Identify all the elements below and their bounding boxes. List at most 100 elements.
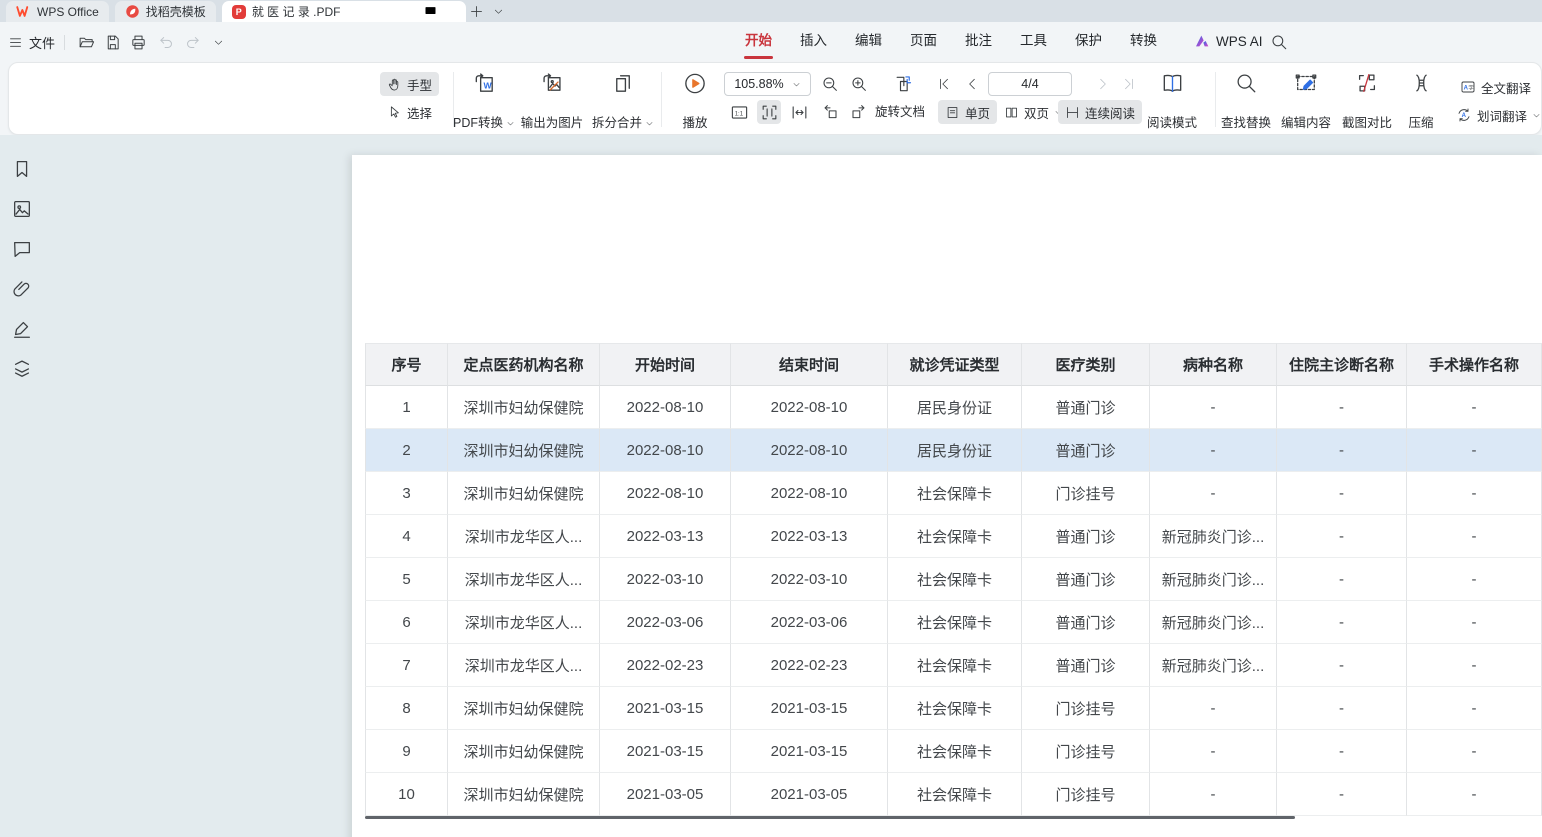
table-cell: - — [1407, 687, 1542, 730]
next-page-button[interactable] — [1091, 72, 1115, 96]
comments-icon[interactable] — [11, 238, 33, 260]
fit-width-button[interactable] — [787, 100, 811, 124]
tab-list-chevron[interactable] — [488, 1, 510, 22]
table-cell: 居民身份证 — [888, 386, 1022, 429]
select-tool-button[interactable]: 选择 — [380, 100, 439, 124]
zoom-out-button[interactable] — [818, 72, 842, 96]
double-page-icon — [1004, 105, 1019, 120]
table-cell: 新冠肺炎门诊... — [1150, 601, 1277, 644]
divider — [661, 72, 662, 127]
table-cell: 深圳市龙华区人... — [448, 515, 600, 558]
close-tab-icon[interactable] — [444, 6, 456, 18]
document-area[interactable]: 序号定点医药机构名称开始时间结束时间就诊凭证类型医疗类别病种名称住院主诊断名称手… — [45, 135, 1542, 837]
menu-tab-转换[interactable]: 转换 — [1116, 22, 1171, 62]
continuous-read-button[interactable]: 连续阅读 — [1058, 100, 1142, 124]
previous-page-button[interactable] — [960, 72, 984, 96]
monitor-icon[interactable] — [423, 4, 438, 19]
table-cell: 2022-08-10 — [731, 386, 888, 429]
screenshot-compare-button[interactable]: 截图对比 — [1338, 70, 1396, 132]
table-cell: 普通门诊 — [1022, 601, 1150, 644]
menu-tab-工具[interactable]: 工具 — [1006, 22, 1061, 62]
wps-ai-button[interactable]: WPS AI — [1194, 22, 1263, 60]
page-thumbnails-icon[interactable] — [11, 198, 33, 220]
table-row: 6深圳市龙华区人...2022-03-062022-03-06社会保障卡普通门诊… — [365, 601, 1542, 644]
layers-icon[interactable] — [11, 357, 33, 379]
quickbar-chevron[interactable] — [208, 32, 228, 52]
table-cell: 2 — [365, 429, 448, 472]
table-cell: 社会保障卡 — [888, 601, 1022, 644]
compress-button[interactable]: 压缩 — [1404, 70, 1437, 132]
split-merge-icon — [610, 71, 635, 96]
svg-text:1:1: 1:1 — [734, 111, 742, 117]
menubar: 文件 — [0, 22, 1542, 62]
zoom-in-button[interactable] — [847, 72, 871, 96]
read-mode-button[interactable]: 阅读模式 — [1143, 70, 1201, 132]
edit-content-button[interactable]: 编辑内容 — [1277, 70, 1335, 132]
pdf-convert-label: PDF转换 — [453, 115, 503, 131]
table-cell: 门诊挂号 — [1022, 687, 1150, 730]
first-page-button[interactable] — [932, 72, 956, 96]
page-number-input[interactable] — [988, 72, 1072, 96]
continuous-read-icon — [1065, 105, 1080, 120]
table-cell: - — [1277, 386, 1407, 429]
wps-logo-icon — [16, 4, 31, 19]
single-page-button[interactable]: 单页 — [938, 100, 997, 124]
tab-docer-templates[interactable]: 找稻壳模板 — [115, 1, 216, 22]
undo-button[interactable] — [156, 32, 176, 52]
export-image-button[interactable]: 输出为图片 — [517, 70, 588, 132]
menu-tab-插入[interactable]: 插入 — [786, 22, 841, 62]
tab-wps-office[interactable]: WPS Office — [6, 1, 109, 22]
table-cell: 6 — [365, 601, 448, 644]
table-row: 7深圳市龙华区人...2022-02-232022-02-23社会保障卡普通门诊… — [365, 644, 1542, 687]
signature-pen-icon[interactable] — [11, 318, 33, 340]
table-row: 10深圳市妇幼保健院2021-03-052021-03-05社会保障卡门诊挂号-… — [365, 773, 1542, 816]
open-file-button[interactable] — [76, 32, 96, 52]
bookmarks-icon[interactable] — [11, 158, 33, 180]
menu-tab-编辑[interactable]: 编辑 — [841, 22, 896, 62]
last-page-button[interactable] — [1117, 72, 1141, 96]
hand-tool-button[interactable]: 手型 — [380, 72, 439, 96]
fit-page-button[interactable] — [757, 100, 781, 124]
word-translate-button[interactable]: A 划词翻译 — [1449, 103, 1542, 127]
swap-pages-button[interactable] — [891, 72, 915, 96]
printer-icon — [130, 34, 147, 51]
table-cell: 2022-03-06 — [731, 601, 888, 644]
find-replace-button[interactable]: 查找替换 — [1217, 70, 1275, 132]
single-page-label: 单页 — [965, 103, 990, 122]
window-tabbar: WPS Office 找稻壳模板 P 就 医 记 录 .PDF — [0, 0, 1542, 22]
print-button[interactable] — [128, 32, 148, 52]
rotate-left-button[interactable] — [818, 100, 842, 124]
rotate-doc-button[interactable]: 旋转文档 — [875, 100, 925, 124]
menu-tab-批注[interactable]: 批注 — [951, 22, 1006, 62]
zoom-level-value: 105.88% — [734, 77, 783, 91]
rotate-right-icon — [850, 103, 868, 121]
table-cell: 3 — [365, 472, 448, 515]
tab-document-pdf[interactable]: P 就 医 记 录 .PDF — [222, 1, 466, 22]
pdf-table-body: 1深圳市妇幼保健院2022-08-102022-08-10居民身份证普通门诊--… — [365, 386, 1542, 816]
undo-icon — [158, 34, 175, 51]
table-row: 2深圳市妇幼保健院2022-08-102022-08-10居民身份证普通门诊--… — [365, 429, 1542, 472]
save-button[interactable] — [102, 32, 122, 52]
save-icon — [104, 34, 121, 51]
actual-size-button[interactable]: 1:1 — [727, 100, 751, 124]
table-row: 4深圳市龙华区人...2022-03-132022-03-13社会保障卡普通门诊… — [365, 515, 1542, 558]
menu-tab-开始[interactable]: 开始 — [731, 22, 786, 62]
zoom-level-combobox[interactable]: 105.88% — [724, 72, 811, 96]
pdf-convert-button[interactable]: W PDF转换 — [449, 70, 519, 132]
redo-button[interactable] — [182, 32, 202, 52]
table-cell: - — [1150, 386, 1277, 429]
search-icon[interactable] — [1270, 33, 1288, 51]
attachments-icon[interactable] — [11, 278, 33, 300]
table-cell: 8 — [365, 687, 448, 730]
menu-tab-保护[interactable]: 保护 — [1061, 22, 1116, 62]
full-translate-button[interactable]: A 字 全文翻译 — [1453, 75, 1538, 99]
menu-tab-页面[interactable]: 页面 — [896, 22, 951, 62]
table-cell: 4 — [365, 515, 448, 558]
new-tab-button[interactable] — [466, 1, 488, 22]
split-merge-button[interactable]: 拆分合并 — [588, 70, 658, 132]
table-cell: 2021-03-15 — [600, 687, 731, 730]
zoom-out-icon — [821, 75, 839, 93]
file-menu-button[interactable]: 文件 — [8, 31, 55, 53]
rotate-right-button[interactable] — [847, 100, 871, 124]
play-button[interactable]: 播放 — [678, 70, 711, 132]
